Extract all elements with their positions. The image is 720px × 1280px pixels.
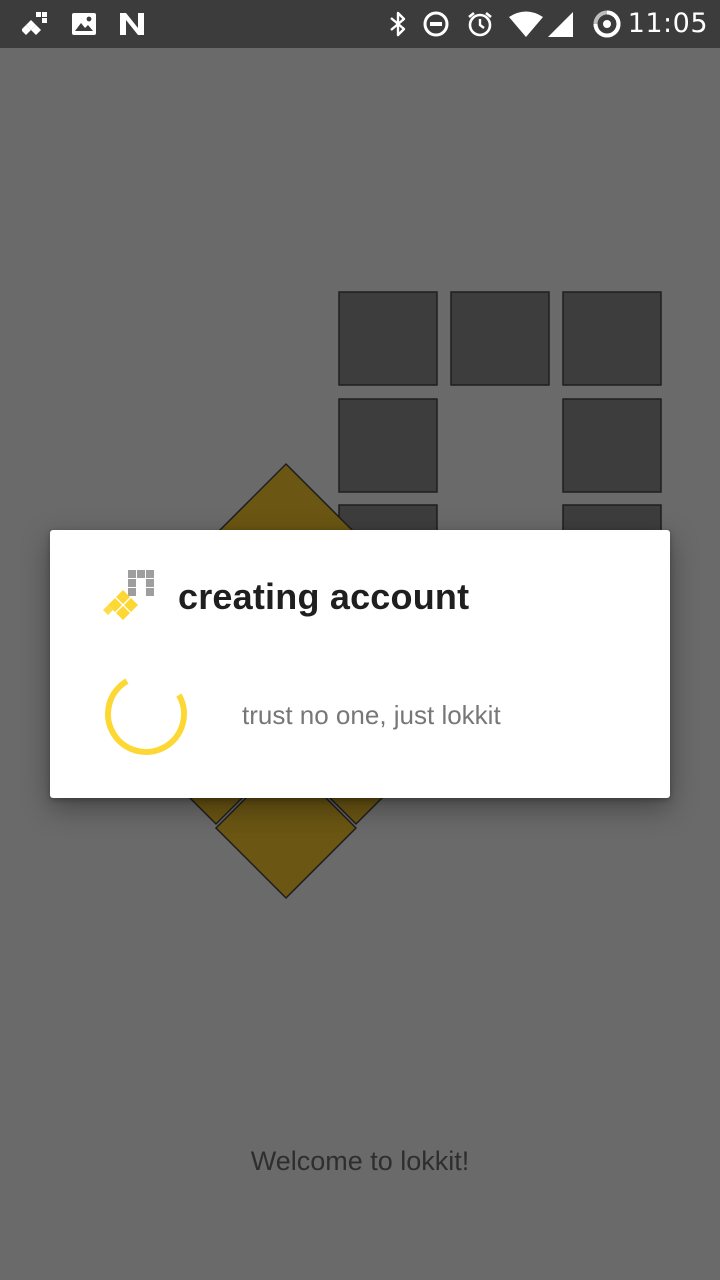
- signal-icon: [546, 10, 574, 38]
- bluetooth-icon: [384, 10, 412, 38]
- lokkit-logo-icon: [103, 570, 154, 620]
- battery-charging-icon: [592, 10, 622, 38]
- creating-account-dialog: creating account trust no one, just lokk…: [50, 530, 670, 798]
- status-bar-clock: 11:05: [627, 8, 708, 39]
- status-bar: 11:05: [0, 0, 720, 48]
- welcome-text: Welcome to lokkit!: [250, 1146, 470, 1176]
- n-notification-icon: [118, 10, 146, 38]
- dialog-message: trust no one, just lokkit: [242, 700, 501, 730]
- loading-spinner-icon: [105, 678, 187, 755]
- do-not-disturb-icon: [422, 10, 450, 38]
- wifi-icon: [508, 10, 544, 38]
- alarm-icon: [466, 10, 494, 38]
- lokkit-notification-icon: [22, 10, 50, 38]
- dialog-title: creating account: [178, 576, 470, 617]
- image-icon: [70, 10, 98, 38]
